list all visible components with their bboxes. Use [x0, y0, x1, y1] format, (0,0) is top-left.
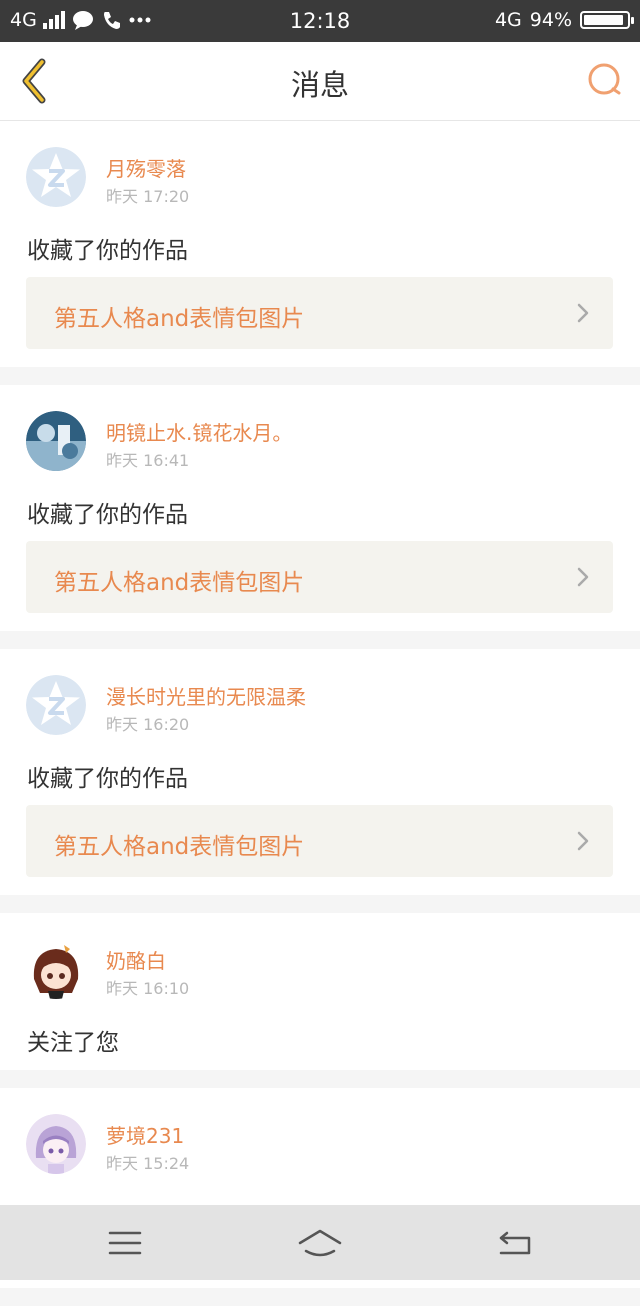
status-right: 4G 94% — [494, 9, 634, 31]
chevron-right-icon — [577, 831, 589, 851]
message-card: 月殇零落 昨天 17:20 收藏了你的作品 第五人格and表情包图片 — [0, 121, 640, 367]
message-list: 月殇零落 昨天 17:20 收藏了你的作品 第五人格and表情包图片 明镜止水.… — [0, 121, 640, 1306]
nav-header: 消息 — [0, 42, 640, 121]
user-name[interactable]: 漫长时光里的无限温柔 — [106, 681, 306, 710]
chevron-right-icon — [577, 303, 589, 323]
work-title: 第五人格and表情包图片 — [54, 306, 305, 332]
home-icon[interactable] — [290, 1225, 350, 1261]
user-name[interactable]: 月殇零落 — [106, 153, 186, 182]
message-action: 收藏了你的作品 — [27, 766, 188, 792]
page-title: 消息 — [290, 68, 349, 102]
work-link[interactable]: 第五人格and表情包图片 — [26, 541, 613, 613]
status-bar: 4G 12:18 4G 94% — [0, 0, 640, 42]
message-time: 昨天 16:10 — [106, 979, 190, 998]
qq-default-avatar-icon — [26, 675, 86, 735]
work-title: 第五人格and表情包图片 — [54, 570, 305, 596]
user-name[interactable]: 萝境231 — [106, 1120, 184, 1149]
message-card: 漫长时光里的无限温柔 昨天 16:20 收藏了你的作品 第五人格and表情包图片 — [0, 649, 640, 895]
message-action: 收藏了你的作品 — [27, 238, 188, 264]
menu-icon[interactable] — [95, 1225, 155, 1261]
network-right-label: 4G — [494, 9, 522, 31]
work-link[interactable]: 第五人格and表情包图片 — [26, 805, 613, 877]
message-time: 昨天 15:24 — [106, 1154, 190, 1173]
work-title: 第五人格and表情包图片 — [54, 834, 305, 860]
avatar[interactable] — [26, 939, 86, 999]
photo-avatar-icon — [26, 411, 86, 471]
message-action: 关注了您 — [27, 1030, 119, 1056]
battery-icon — [580, 11, 634, 29]
avatar[interactable] — [26, 147, 86, 207]
user-name[interactable]: 奶酪白 — [106, 945, 166, 974]
qq-default-avatar-icon — [26, 147, 86, 207]
message-time: 昨天 16:41 — [106, 451, 190, 470]
battery-percent: 94% — [529, 9, 572, 31]
message-card: 奶酪白 昨天 16:10 关注了您 — [0, 913, 640, 1070]
chevron-right-icon — [577, 567, 589, 587]
system-nav-bar — [0, 1205, 640, 1280]
message-time: 昨天 16:20 — [106, 715, 190, 734]
avatar[interactable] — [26, 411, 86, 471]
avatar[interactable] — [26, 675, 86, 735]
user-name[interactable]: 明镜止水.镜花水月。 — [106, 417, 292, 446]
return-icon[interactable] — [485, 1225, 545, 1261]
search-icon[interactable] — [586, 60, 626, 100]
work-link[interactable]: 第五人格and表情包图片 — [26, 277, 613, 349]
message-action: 收藏了你的作品 — [27, 502, 188, 528]
anime-avatar-icon — [26, 939, 86, 999]
avatar[interactable] — [26, 1114, 86, 1174]
message-time: 昨天 17:20 — [106, 187, 190, 206]
message-card: 明镜止水.镜花水月。 昨天 16:41 收藏了你的作品 第五人格and表情包图片 — [0, 385, 640, 631]
anime-avatar-icon — [26, 1114, 86, 1174]
